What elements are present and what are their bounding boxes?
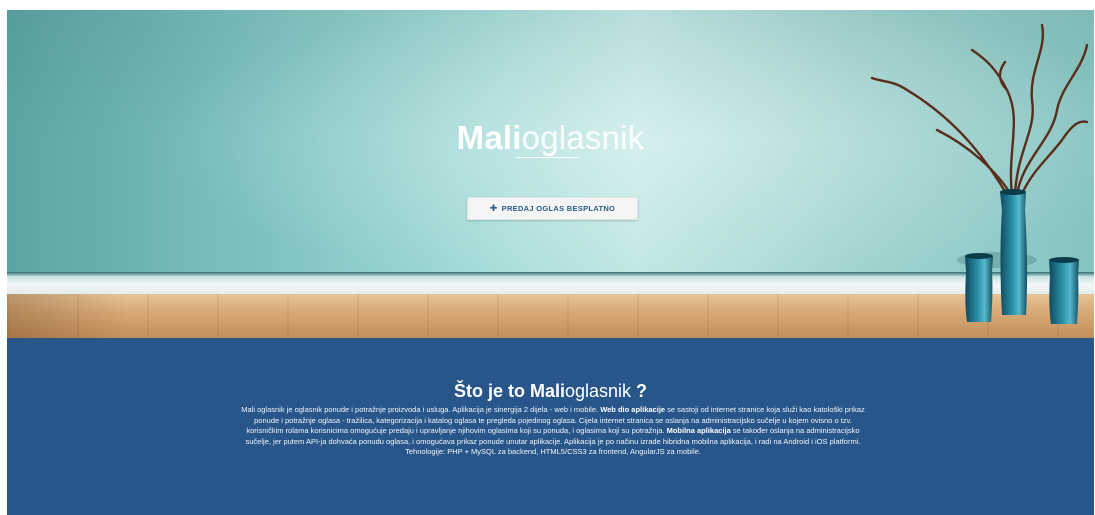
about-web-app-highlight: Web dio aplikacije (600, 405, 666, 414)
about-text-part-1: Mali oglasnik je oglasnik ponude i potra… (241, 405, 601, 414)
site-logo-title: Malioglasnik (7, 118, 1094, 158)
about-mobile-app-highlight: Mobilna aplikacija (666, 426, 731, 436)
title-light: oglasnik (521, 119, 645, 156)
title-bold: Mali (456, 119, 522, 156)
page: Malioglasnik ✚ PREDAJ OGLAS BESPLATNO Št… (7, 10, 1094, 515)
floor-shadow (7, 294, 127, 338)
title-divider (516, 157, 580, 158)
hero-banner: Malioglasnik ✚ PREDAJ OGLAS BESPLATNO (7, 10, 1094, 338)
about-heading-suffix: ? (631, 381, 648, 401)
submit-ad-button[interactable]: ✚ PREDAJ OGLAS BESPLATNO (467, 197, 638, 220)
about-section: Što je to Malioglasnik ? Mali oglasnik j… (7, 338, 1094, 515)
about-heading-light: oglasnik (564, 381, 632, 401)
about-heading-bold: Mali (529, 381, 565, 401)
about-description: Mali oglasnik je oglasnik ponude i potra… (235, 405, 871, 458)
about-heading: Što je to Malioglasnik ? (7, 380, 1094, 402)
vases-with-branches-image (870, 23, 1089, 324)
submit-ad-label: PREDAJ OGLAS BESPLATNO (501, 204, 616, 213)
about-heading-prefix: Što je to (453, 381, 530, 401)
plus-icon: ✚ (489, 203, 498, 213)
